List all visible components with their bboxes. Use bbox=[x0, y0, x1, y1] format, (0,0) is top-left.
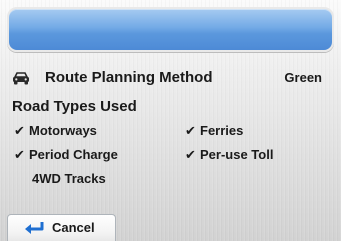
road-type-label: Motorways bbox=[29, 123, 97, 138]
road-type-label: 4WD Tracks bbox=[32, 171, 106, 186]
road-type-period-charge[interactable]: ✔ Period Charge bbox=[14, 146, 118, 163]
route-planning-method-value: Green bbox=[284, 70, 322, 85]
cancel-label: Cancel bbox=[52, 220, 95, 235]
check-icon: ✔ bbox=[185, 123, 196, 138]
car-icon bbox=[13, 72, 29, 85]
screen: Route Planning Method Green Road Types U… bbox=[0, 0, 341, 241]
road-type-label: Per-use Toll bbox=[200, 147, 274, 162]
road-type-motorways[interactable]: ✔ Motorways bbox=[14, 122, 97, 139]
back-arrow-icon bbox=[25, 222, 44, 234]
road-type-label: Ferries bbox=[200, 123, 244, 138]
road-type-4wd-tracks[interactable]: 4WD Tracks bbox=[32, 170, 106, 187]
road-type-per-use-toll[interactable]: ✔ Per-use Toll bbox=[185, 146, 273, 163]
road-types-title: Road Types Used bbox=[12, 98, 137, 115]
check-icon: ✔ bbox=[14, 147, 25, 162]
check-icon: ✔ bbox=[14, 123, 25, 138]
route-planning-method-label: Route Planning Method bbox=[45, 69, 213, 86]
road-type-label: Period Charge bbox=[29, 147, 118, 162]
check-icon: ✔ bbox=[185, 147, 196, 162]
road-type-ferries[interactable]: ✔ Ferries bbox=[185, 122, 243, 139]
title-bar bbox=[7, 7, 334, 52]
cancel-button[interactable]: Cancel bbox=[7, 214, 116, 241]
route-planning-method-row[interactable]: Route Planning Method Green bbox=[12, 68, 332, 88]
